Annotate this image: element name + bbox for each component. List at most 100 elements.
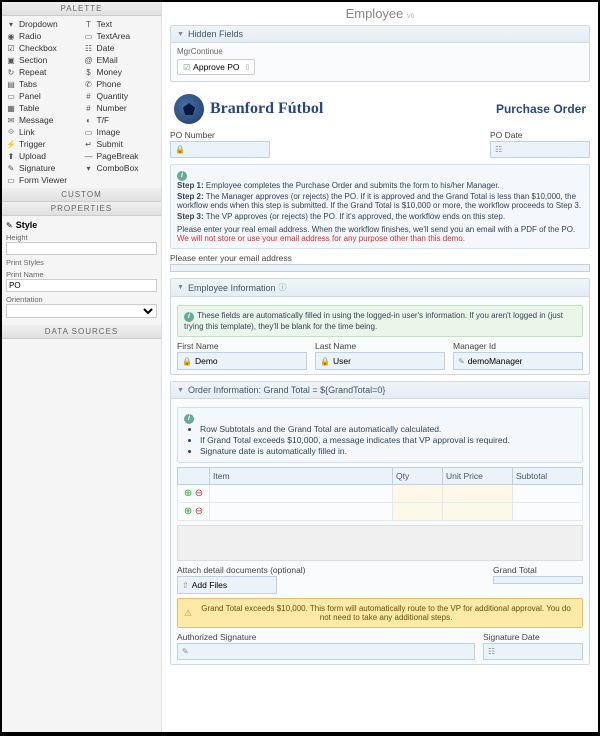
- palette-item-icon: ◐: [84, 115, 94, 125]
- po-number-label: PO Number: [170, 130, 482, 140]
- hidden-fields-header[interactable]: ▼Hidden Fields: [171, 26, 589, 43]
- palette-item-icon: ▦: [6, 103, 16, 113]
- palette-signature[interactable]: ✎Signature: [4, 162, 82, 174]
- palette-submit[interactable]: ↵Submit: [82, 138, 160, 150]
- po-number-input[interactable]: 🔒: [170, 141, 270, 158]
- palette-header: PALETTE: [2, 2, 161, 16]
- custom-header: CUSTOM: [2, 188, 161, 202]
- palette-phone[interactable]: ✆Phone: [82, 78, 160, 90]
- add-row-button[interactable]: ⊕: [184, 506, 192, 517]
- order-info-section: ▼Order Information: Grand Total = ${Gran…: [170, 381, 590, 665]
- print-styles-label: Print Styles: [6, 258, 157, 267]
- palette-email[interactable]: @EMail: [82, 54, 160, 66]
- palette-tabs[interactable]: ▤Tabs: [4, 78, 82, 90]
- po-date-label: PO Date: [490, 130, 590, 140]
- palette-combobox[interactable]: ▾ComboBox: [82, 162, 160, 174]
- approve-po-chip[interactable]: ☑Approve PO▯: [177, 59, 255, 75]
- lock-icon: 🔒: [182, 357, 192, 366]
- managerid-input[interactable]: ✎demoManager: [453, 352, 583, 370]
- pencil-icon: ✎: [6, 221, 13, 230]
- sidebar: PALETTE ▾Dropdown◉Radio☑Checkbox▣Section…: [2, 2, 162, 732]
- pencil-icon: ✎: [182, 647, 189, 656]
- palette-item-icon: ☷: [84, 43, 94, 53]
- palette-t/f[interactable]: ◐T/F: [82, 114, 160, 126]
- col-qty: Qty: [393, 468, 443, 485]
- height-label: Height: [6, 233, 157, 242]
- lastname-input[interactable]: 🔒User: [315, 352, 445, 370]
- firstname-input[interactable]: 🔒Demo: [177, 352, 307, 370]
- palette-pagebreak[interactable]: —PageBreak: [82, 150, 160, 162]
- remove-row-button[interactable]: ⊖: [195, 506, 203, 517]
- palette-item-icon: ⟐: [6, 127, 16, 137]
- steps-info: i Step 1: Employee completes the Purchas…: [170, 164, 590, 249]
- delete-icon[interactable]: ▯: [245, 63, 249, 71]
- lock-icon: 🔒: [320, 357, 330, 366]
- palette-checkbox[interactable]: ☑Checkbox: [4, 42, 82, 54]
- palette-repeat[interactable]: ↻Repeat: [4, 66, 82, 78]
- palette-image[interactable]: ▭Image: [82, 126, 160, 138]
- palette-item-icon: ▾: [84, 163, 94, 173]
- info-icon: i: [184, 414, 194, 424]
- form-title: Purchase Order: [496, 102, 586, 116]
- lastname-label: Last Name: [315, 341, 445, 351]
- palette-text[interactable]: TText: [82, 18, 160, 30]
- palette-dropdown[interactable]: ▾Dropdown: [4, 18, 82, 30]
- managerid-label: Manager Id: [453, 341, 583, 351]
- mgrcontinue-label: MgrContinue: [177, 47, 583, 56]
- palette-item-icon: ✉: [6, 115, 16, 125]
- palette-table[interactable]: ▦Table: [4, 102, 82, 114]
- palette-item-icon: ▭: [84, 31, 94, 41]
- palette-textarea[interactable]: ▭TextArea: [82, 30, 160, 42]
- table-row: ⊕ ⊖: [178, 485, 583, 503]
- palette-upload[interactable]: ⬆Upload: [4, 150, 82, 162]
- signature-label: Authorized Signature: [177, 632, 475, 642]
- collapse-icon: ▼: [177, 284, 184, 291]
- palette-item-icon: ✆: [84, 79, 94, 89]
- remove-row-button[interactable]: ⊖: [195, 488, 203, 499]
- palette-trigger[interactable]: ⚡Trigger: [4, 138, 82, 150]
- print-name-label: Print Name: [6, 270, 157, 279]
- palette-item-icon: —: [84, 151, 94, 161]
- order-info-header[interactable]: ▼Order Information: Grand Total = ${Gran…: [171, 382, 589, 399]
- palette-radio[interactable]: ◉Radio: [4, 30, 82, 42]
- email-input[interactable]: [170, 264, 590, 272]
- orientation-select[interactable]: [6, 304, 157, 318]
- orientation-label: Orientation: [6, 295, 157, 304]
- employee-info-note: iThese fields are automatically filled i…: [177, 305, 583, 337]
- info-icon: i: [177, 171, 187, 181]
- palette-item-icon: ✎: [6, 163, 16, 173]
- palette-panel[interactable]: ▭Panel: [4, 90, 82, 102]
- palette-quantity[interactable]: #Quantity: [82, 90, 160, 102]
- style-row: ✎Style: [6, 220, 157, 230]
- employee-info-header[interactable]: ▼Employee Informationⓘ: [171, 279, 589, 297]
- calendar-icon: ☷: [495, 145, 502, 154]
- soccer-ball-icon: [174, 94, 204, 124]
- signature-input[interactable]: ✎: [177, 643, 475, 660]
- palette-item-icon: ↵: [84, 139, 94, 149]
- palette-link[interactable]: ⟐Link: [4, 126, 82, 138]
- canvas: Employee v6 ▼Hidden Fields MgrContinue ☑…: [162, 2, 598, 732]
- po-date-input[interactable]: ☷: [490, 141, 590, 158]
- height-input[interactable]: [6, 242, 157, 255]
- vp-approval-warning: ⚠Grand Total exceeds $10,000. This form …: [177, 598, 583, 628]
- palette-money[interactable]: $Money: [82, 66, 160, 78]
- palette-item-icon: ▣: [6, 55, 16, 65]
- employee-info-section: ▼Employee Informationⓘ iThese fields are…: [170, 278, 590, 375]
- palette-date[interactable]: ☷Date: [82, 42, 160, 54]
- palette-number[interactable]: #Number: [82, 102, 160, 114]
- add-row-button[interactable]: ⊕: [184, 488, 192, 499]
- palette-item-icon: ▤: [6, 79, 16, 89]
- attach-label: Attach detail documents (optional): [177, 565, 485, 575]
- palette-formviewer[interactable]: ▭Form Viewer: [4, 174, 82, 186]
- palette-item-icon: ⬆: [6, 151, 16, 161]
- print-name-input[interactable]: [6, 279, 157, 292]
- company-name: Branford Fútbol: [210, 100, 323, 118]
- properties-panel: ✎Style Height Print Styles Print Name Or…: [2, 216, 161, 325]
- info-icon: i: [184, 312, 194, 322]
- palette-section[interactable]: ▣Section: [4, 54, 82, 66]
- sigdate-input[interactable]: ☷: [483, 643, 583, 660]
- line-items-table: ItemQtyUnit PriceSubtotal ⊕ ⊖ ⊕ ⊖: [177, 467, 583, 521]
- palette-item-icon: @: [84, 55, 94, 65]
- add-files-button[interactable]: ⇧Add Files: [177, 576, 277, 594]
- palette-message[interactable]: ✉Message: [4, 114, 82, 126]
